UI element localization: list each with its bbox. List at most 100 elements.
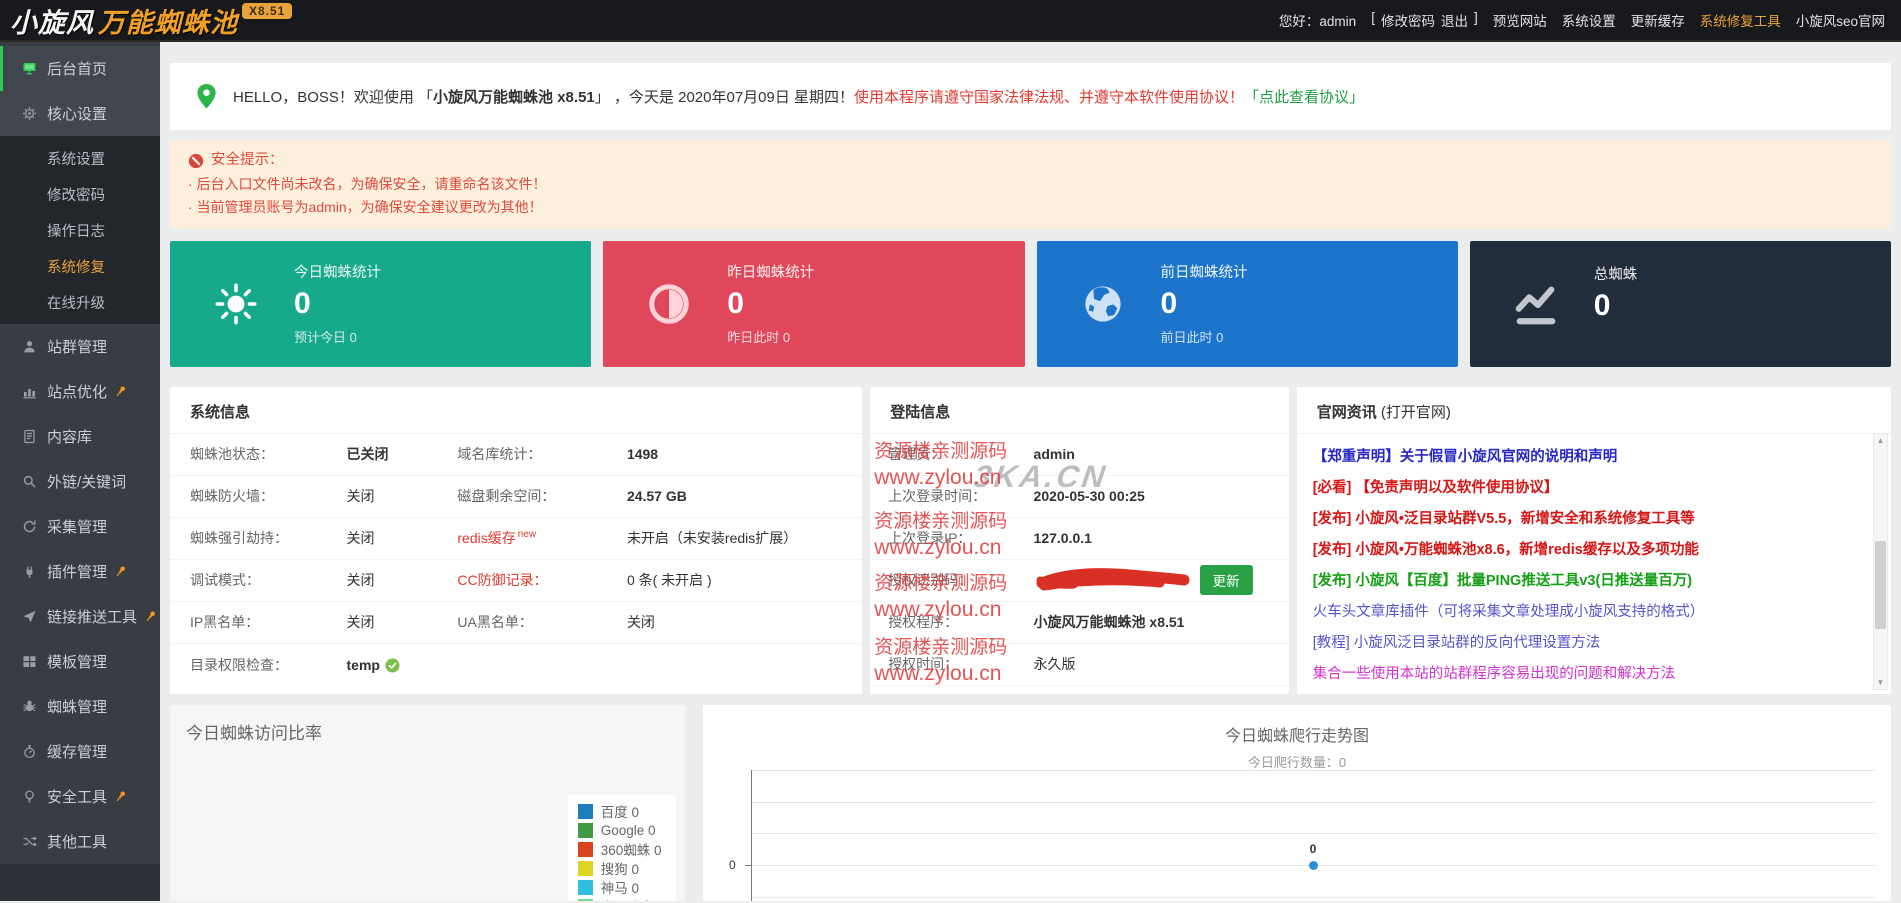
- paper-plane-icon: [23, 610, 36, 623]
- sidebar-item-security-tools[interactable]: 安全工具: [0, 774, 160, 819]
- stat-caption: 昨日此时 0: [727, 330, 791, 345]
- security-line: · 后台入口文件尚未改名，为确保安全，请重命名该文件！: [188, 175, 547, 192]
- legend-label: 神马 0: [600, 881, 639, 896]
- preview-site-link[interactable]: 预览网站: [1493, 10, 1547, 30]
- info-row: 系统信息 蜘蛛池状态： 已关闭 域名库统计： 1498 蜘蛛防火墙： 关闭 磁盘…: [170, 386, 1891, 694]
- news-scrollbar[interactable]: ▲ ▼: [1873, 432, 1888, 690]
- table-row: 蜘蛛强引劫持： 关闭 redis缓存 new 未开启（未安装redis扩展）: [170, 518, 863, 560]
- row-label: 域名库统计：: [457, 446, 542, 462]
- submenu-item-change-password[interactable]: 修改密码: [0, 176, 160, 212]
- news-item[interactable]: 火车头文章库插件（可将采集文章处理成小旋风支持的格式）: [1313, 597, 1865, 628]
- news-item[interactable]: [发布] 小旋风【百度】批量PING推送工具v3(日推送量百万): [1313, 566, 1865, 597]
- sidebar-item-core-settings[interactable]: 核心设置: [0, 91, 160, 136]
- stat-card-body: 前日蜘蛛统计 0 前日此时 0: [1161, 261, 1248, 346]
- update-cache-link[interactable]: 更新缓存: [1631, 10, 1685, 30]
- sidebar-item-label: 外链/关键词: [47, 474, 127, 491]
- sidebar-item-label: 插件管理: [47, 564, 108, 581]
- news-item[interactable]: [发布] 小旋风•万能蜘蛛池x8.6，新增redis缓存以及多项功能: [1313, 535, 1865, 566]
- stat-card-two-days-ago[interactable]: 前日蜘蛛统计 0 前日此时 0: [1036, 240, 1458, 367]
- row-label: 授权识别码：: [888, 572, 973, 588]
- legend-item[interactable]: 神马 0: [577, 878, 666, 897]
- security-line: · 当前管理员账号为admin，为确保安全建议更改为其他！: [188, 199, 543, 215]
- agreement-link[interactable]: 「点此查看协议」: [1244, 89, 1364, 106]
- sidebar-item-collection[interactable]: 采集管理: [0, 504, 160, 549]
- update-license-button[interactable]: 更新: [1199, 565, 1253, 595]
- news-item[interactable]: [发布] 小旋风•泛目录站群V5.5，新增安全和系统修复工具等: [1313, 504, 1865, 535]
- core-settings-submenu: 系统设置 修改密码 操作日志 系统修复 在线升级: [0, 136, 160, 324]
- stat-card-yesterday[interactable]: 昨日蜘蛛统计 0 昨日此时 0: [603, 240, 1025, 367]
- account-links: [ 修改密码 退出 ]: [1371, 10, 1478, 30]
- legend-item[interactable]: 今日头条 0: [577, 897, 666, 901]
- login-info-title: 登陆信息: [870, 387, 1289, 434]
- user-icon: [24, 341, 35, 353]
- sidebar-item-content-library[interactable]: 内容库: [0, 414, 160, 459]
- shuffle-icon: [23, 836, 37, 847]
- sidebar-item-link-push[interactable]: 链接推送工具: [0, 594, 160, 639]
- submenu-item-system-settings[interactable]: 系统设置: [0, 140, 160, 176]
- submenu-item-online-upgrade[interactable]: 在线升级: [0, 284, 160, 320]
- stat-card-body: 总蜘蛛 0: [1594, 263, 1638, 344]
- legend-swatch: [577, 898, 593, 901]
- sidebar-item-other-tools[interactable]: 其他工具: [0, 819, 160, 864]
- chart-row: 今日蜘蛛访问比率 百度 0 Google 0 360蜘蛛 0 搜狗 0 神马 0…: [170, 704, 1891, 901]
- data-point-label: 0: [1309, 841, 1317, 856]
- scroll-up-icon[interactable]: ▲: [1874, 436, 1887, 445]
- stat-card-today[interactable]: 今日蜘蛛统计 0 预计今日 0: [170, 240, 592, 367]
- sidebar-item-templates[interactable]: 模板管理: [0, 639, 160, 684]
- row-label: 管理员：: [888, 446, 945, 462]
- legend-item[interactable]: 百度 0: [577, 802, 666, 821]
- legend-swatch: [577, 860, 593, 876]
- legend-item[interactable]: Google 0: [577, 821, 666, 840]
- table-row: 蜘蛛防火墙： 关闭 磁盘剩余空间： 24.57 GB: [170, 476, 863, 518]
- stat-card-total[interactable]: 总蜘蛛 0: [1469, 240, 1891, 367]
- scrollbar-thumb[interactable]: [1875, 540, 1886, 629]
- table-row: 目录权限检查： temp: [170, 644, 862, 686]
- row-label: 目录权限检查：: [190, 656, 288, 673]
- logo-part1: 小旋风: [10, 7, 94, 38]
- submenu-item-system-repair[interactable]: 系统修复: [0, 248, 160, 284]
- scroll-down-icon[interactable]: ▼: [1874, 678, 1887, 687]
- legend-label: 百度 0: [600, 805, 639, 820]
- sidebar-item-cache[interactable]: 缓存管理: [0, 729, 160, 774]
- bulb-icon: [25, 790, 34, 803]
- news-item[interactable]: 集合一些使用本站的站群程序容易出现的问题和解决方法: [1313, 659, 1865, 690]
- news-item[interactable]: 【郑重声明】关于假冒小旋风官网的说明和声明: [1313, 442, 1865, 473]
- logout-link[interactable]: 退出: [1441, 10, 1468, 30]
- repair-tool-link[interactable]: 系统修复工具: [1700, 10, 1781, 30]
- sidebar-item-plugins[interactable]: 插件管理: [0, 549, 160, 594]
- news-item[interactable]: [教程] 小旋风泛目录站群的反向代理设置方法: [1313, 628, 1865, 659]
- welcome-prefix: HELLO，BOSS！欢迎使用 「: [233, 89, 434, 106]
- search-icon: [23, 475, 36, 488]
- sidebar-item-site-group[interactable]: 站群管理: [0, 324, 160, 369]
- pushpin-icon: [116, 566, 125, 577]
- legend-item[interactable]: 搜狗 0: [577, 859, 666, 878]
- sidebar-item-site-optimize[interactable]: 站点优化: [0, 369, 160, 414]
- news-title-row: 官网资讯 (打开官网): [1296, 387, 1891, 434]
- topbar-menu: 您好：admin [ 修改密码 退出 ] 预览网站 系统设置 更新缓存 系统修复…: [1279, 10, 1885, 30]
- sidebar-menu: 后台首页 核心设置 系统设置 修改密码 操作日志 系统修复 在线升级 站群管理 …: [0, 42, 160, 864]
- sidebar-item-home[interactable]: 后台首页: [0, 46, 160, 91]
- legend-item[interactable]: 360蜘蛛 0: [577, 840, 666, 859]
- news-item[interactable]: [必看] 【免责声明以及软件使用协议】: [1313, 473, 1865, 504]
- sidebar-item-backlinks-keywords[interactable]: 外链/关键词: [0, 459, 160, 504]
- domain-count: 1498: [626, 446, 659, 462]
- news-panel: 官网资讯 (打开官网) 【郑重声明】关于假冒小旋风官网的说明和声明 [必看] 【…: [1296, 386, 1891, 694]
- system-settings-link[interactable]: 系统设置: [1562, 10, 1616, 30]
- topbar: 小旋风 万能蜘蛛池 X8.51 您好：admin [ 修改密码 退出 ] 预览网…: [0, 0, 1901, 42]
- line-chart-subtitle: 今日爬行数量：0: [1247, 754, 1347, 770]
- row-label: 蜘蛛强引劫持：: [190, 530, 288, 546]
- table-row: 上次登录IP： 127.0.0.1: [870, 518, 1289, 560]
- pushpin-icon: [116, 791, 125, 802]
- sidebar-item-spiders[interactable]: 蜘蛛管理: [0, 684, 160, 729]
- change-password-link[interactable]: 修改密码: [1381, 10, 1435, 30]
- spider-pool-status: 已关闭: [346, 446, 389, 462]
- row-label: 授权时间：: [888, 656, 959, 672]
- data-point[interactable]: [1309, 860, 1318, 870]
- stat-cards: 今日蜘蛛统计 0 预计今日 0 昨日蜘蛛统计 0 昨日此时 0 前日蜘蛛统计 0…: [170, 240, 1891, 367]
- stat-title: 前日蜘蛛统计: [1160, 265, 1248, 281]
- official-site-link[interactable]: 小旋风seo官网: [1796, 10, 1885, 30]
- system-info-title: 系统信息: [170, 387, 863, 434]
- y-axis-line: [751, 769, 752, 901]
- submenu-item-operation-log[interactable]: 操作日志: [0, 212, 160, 248]
- open-official-site-link[interactable]: (打开官网): [1381, 404, 1451, 421]
